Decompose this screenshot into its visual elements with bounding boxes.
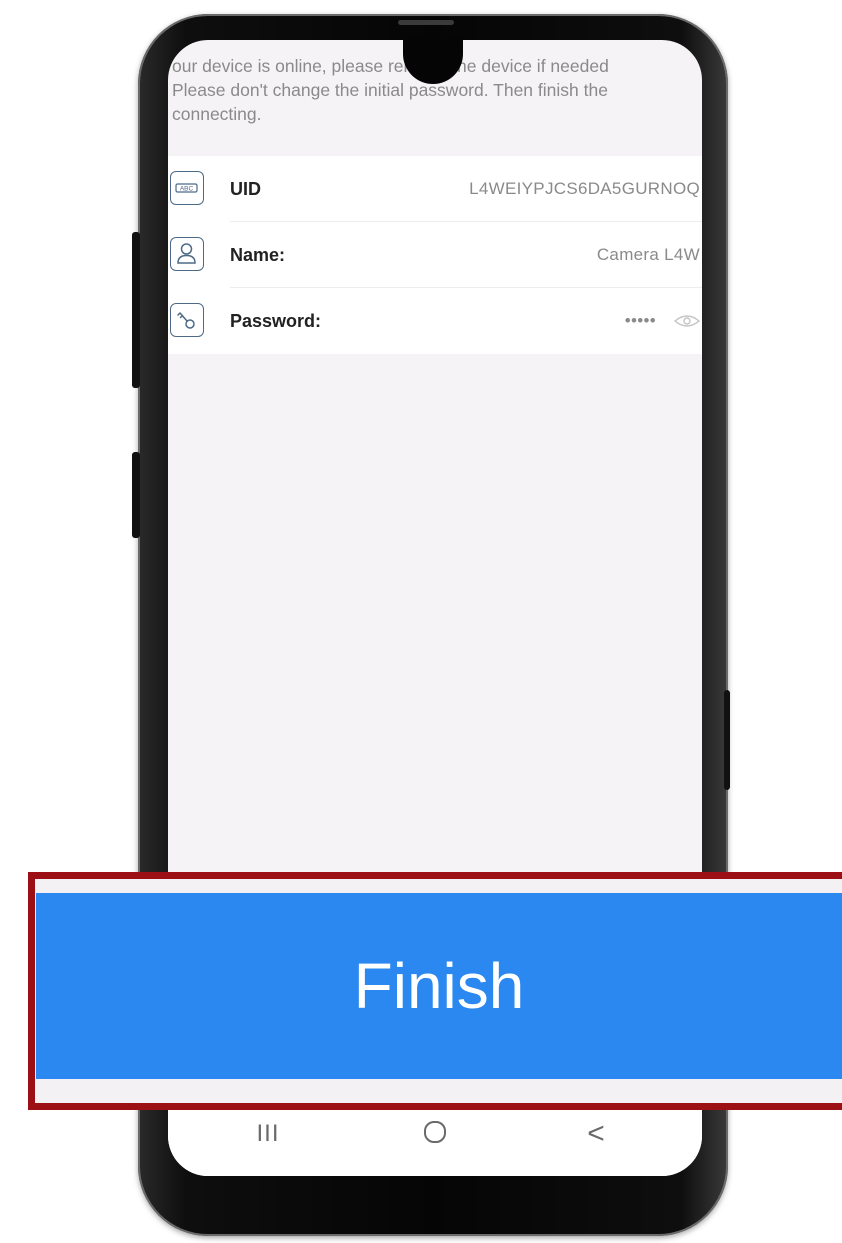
uid-row: ABC UID L4WEIYPJCS6DA5GURNOQ [168,156,702,222]
password-value[interactable]: ••••• [625,288,656,354]
notice-line-3: connecting. [172,104,262,124]
home-button[interactable] [395,1102,475,1166]
key-icon [170,303,204,337]
uid-value: L4WEIYPJCS6DA5GURNOQ [469,179,700,198]
notice-line-2: Please don't change the initial password… [172,80,608,100]
recents-button[interactable]: III [228,1102,308,1166]
uid-label: UID [230,179,261,199]
volume-button [132,232,140,388]
back-button[interactable]: < [556,1102,636,1166]
uid-icon: ABC [170,171,204,205]
eye-icon[interactable] [672,312,702,330]
finish-button[interactable]: Finish [36,893,842,1079]
earpiece-speaker [398,20,454,25]
power-button [132,452,140,538]
back-icon: < [587,1117,605,1150]
person-icon [170,237,204,271]
svg-text:ABC: ABC [180,186,194,193]
system-nav-bar: III < [168,1102,702,1176]
password-label: Password: [230,311,322,331]
right-side-button [724,690,730,790]
home-icon [422,1119,448,1150]
password-row[interactable]: Password: ••••• [168,288,702,354]
notice-line-1: our device is online, please rename the … [172,56,609,76]
device-info-card: ABC UID L4WEIYPJCS6DA5GURNOQ Name: Camer… [168,156,702,354]
name-row[interactable]: Name: Camera L4W [168,222,702,288]
name-value[interactable]: Camera L4W [597,222,700,288]
name-label: Name: [230,245,286,265]
recents-icon: III [256,1120,280,1147]
